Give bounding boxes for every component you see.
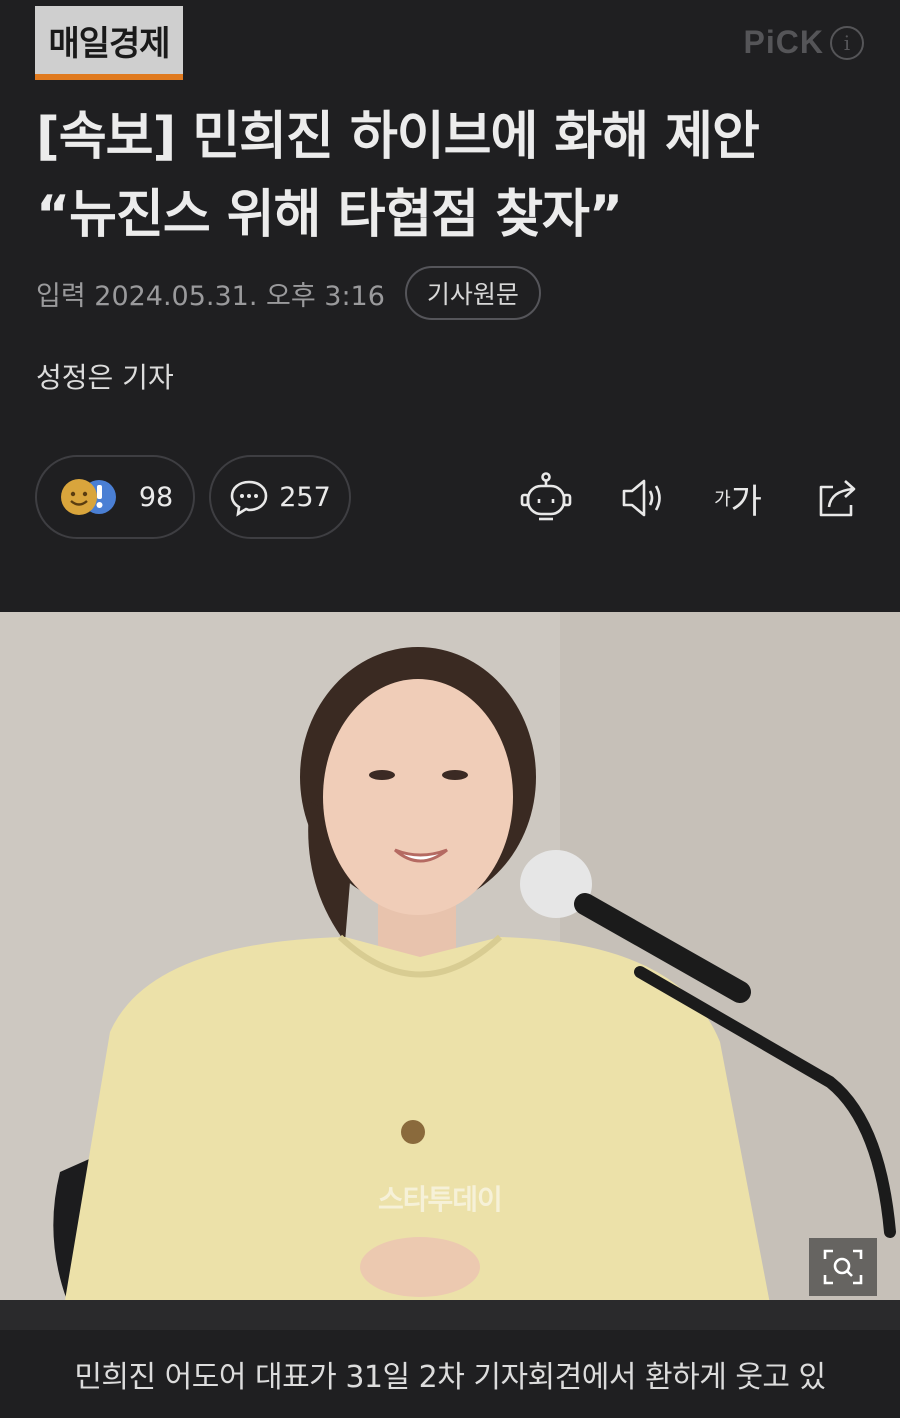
zoom-icon bbox=[823, 1249, 863, 1285]
headline-line-2: “뉴진스 위해 타협점 찾자” bbox=[36, 185, 623, 245]
summary-bot-button[interactable] bbox=[516, 468, 576, 528]
pick-badge[interactable]: PiCK i bbox=[744, 24, 864, 61]
article-headline: [속보] 민희진 하이브에 화해 제안 “뉴진스 위해 타협점 찾자” bbox=[36, 98, 876, 254]
font-size-small-glyph: 가 bbox=[714, 489, 731, 510]
comment-button[interactable]: 257 bbox=[209, 455, 351, 539]
info-icon[interactable]: i bbox=[830, 25, 864, 60]
robot-icon bbox=[520, 472, 572, 521]
original-article-button[interactable]: 기사원문 bbox=[404, 266, 541, 320]
publisher-logo-text: 매일경제 bbox=[48, 23, 170, 64]
photo-caption: 민희진 어도어 대표가 31일 2차 기자회견에서 환하게 웃고 있 bbox=[0, 1330, 900, 1418]
share-icon bbox=[819, 480, 856, 517]
font-size-button[interactable]: 가가 bbox=[706, 468, 770, 528]
pick-label: PiCK bbox=[743, 24, 824, 60]
reaction-button[interactable]: 98 bbox=[35, 455, 195, 539]
share-button[interactable] bbox=[808, 468, 868, 528]
reporter-name[interactable]: 성정은 기자 bbox=[36, 356, 174, 396]
reaction-emoji-icon bbox=[57, 475, 129, 519]
press-conference-photo bbox=[0, 612, 900, 1330]
font-size-big-glyph: 가 bbox=[730, 481, 762, 522]
headline-line-1: [속보] 민희진 하이브에 화해 제안 bbox=[36, 107, 760, 167]
photo-watermark: 스타투데이 bbox=[378, 1183, 503, 1216]
comment-count: 257 bbox=[279, 481, 331, 513]
article-photo[interactable]: 스타투데이 bbox=[0, 612, 900, 1330]
published-date: 입력 2024.05.31. 오후 3:16 bbox=[36, 280, 385, 312]
reaction-count: 98 bbox=[138, 481, 174, 513]
text-to-speech-button[interactable] bbox=[612, 468, 672, 528]
article-meta: 입력 2024.05.31. 오후 3:16 기사원문 bbox=[36, 266, 541, 320]
speaker-icon bbox=[622, 479, 661, 517]
photo-zoom-button[interactable] bbox=[809, 1238, 877, 1296]
comment-icon bbox=[229, 477, 269, 517]
publisher-logo[interactable]: 매일경제 bbox=[35, 6, 183, 80]
